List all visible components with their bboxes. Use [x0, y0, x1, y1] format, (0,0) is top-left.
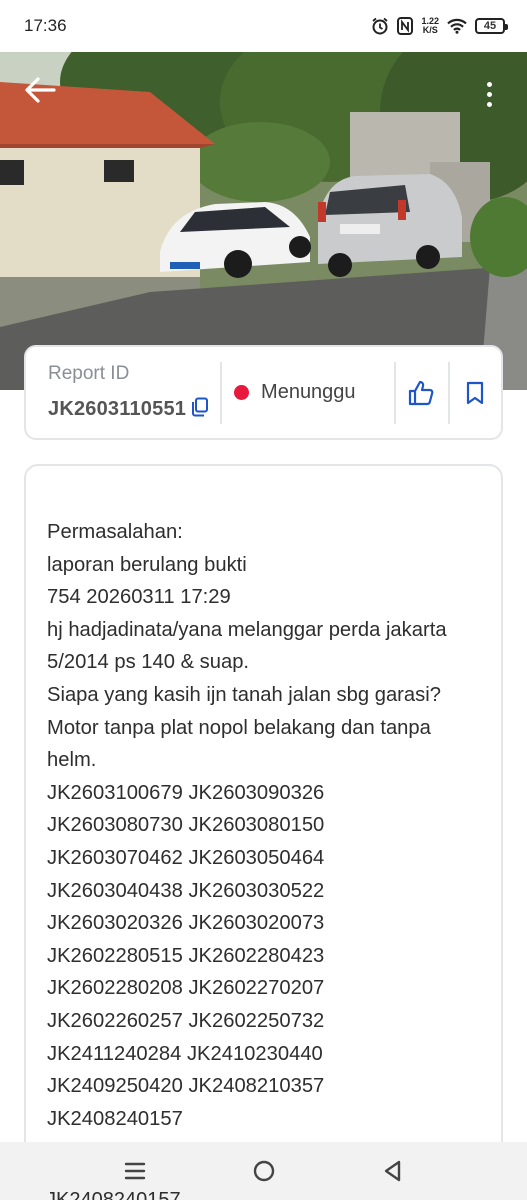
more-dot [486, 91, 492, 97]
problem-card: Permasalahan: laporan berulang bukti 754… [24, 464, 503, 1200]
report-id-value: JK2603110551 [48, 398, 187, 420]
status-icons: 1.22 K/S 45 [371, 17, 508, 35]
network-speed: 1.22 K/S [421, 17, 439, 35]
like-button[interactable] [396, 362, 447, 424]
report-id-row: JK2603110551 [48, 397, 220, 422]
status-bar: 17:36 1.22 K/S 45 [0, 0, 527, 52]
report-id-label: Report ID [48, 363, 130, 384]
back-button[interactable] [20, 70, 60, 110]
nfc-icon [397, 17, 414, 35]
alarm-icon [372, 17, 389, 35]
report-id-block: Report ID JK2603110551 [26, 363, 220, 422]
wifi-icon [447, 18, 467, 34]
report-id-card: Report ID JK2603110551 Menunggu [24, 345, 503, 440]
status-dot [234, 385, 250, 400]
home-circle-icon [253, 1160, 274, 1182]
status-text: Menunggu [261, 381, 356, 403]
photo-scene [0, 52, 527, 390]
report-status: Menunggu [222, 381, 394, 404]
arrow-left-icon [25, 77, 56, 103]
thumbs-up-icon [408, 380, 434, 405]
more-vertical-icon [486, 81, 492, 87]
more-dot [486, 101, 492, 107]
more-options-button[interactable] [476, 72, 502, 116]
nav-home-button[interactable] [234, 1146, 294, 1196]
battery-indicator: 45 [475, 18, 508, 34]
copy-button[interactable] [191, 397, 209, 422]
back-triangle-icon [384, 1160, 400, 1182]
report-photo[interactable] [0, 52, 527, 390]
bookmark-icon [467, 381, 484, 404]
menu-icon [124, 1162, 145, 1180]
speed-unit: K/S [422, 25, 438, 35]
scrolled-text-peek: JK2408240157 [46, 1189, 181, 1200]
bookmark-button[interactable] [450, 362, 501, 424]
nav-back-button[interactable] [363, 1146, 423, 1196]
copy-icon [192, 397, 209, 417]
status-time: 17:36 [24, 16, 67, 35]
problem-description: Permasalahan: laporan berulang bukti 754… [47, 521, 447, 1130]
